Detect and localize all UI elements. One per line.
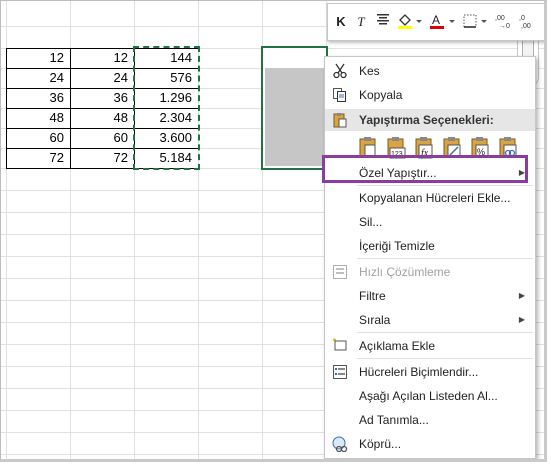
menu-label: Kes: [359, 64, 380, 78]
cell[interactable]: 72: [71, 148, 134, 168]
menu-item-define-name[interactable]: Ad Tanımla...: [325, 408, 535, 432]
comment-icon: [333, 338, 347, 351]
quick-analysis-icon: [333, 265, 347, 279]
bold-button[interactable]: K: [334, 12, 348, 32]
menu-label: Filtre: [359, 289, 386, 303]
menu-item-cut[interactable]: Kes: [325, 59, 535, 83]
selected-cells-fill: [265, 68, 326, 166]
paste-options-label: Yapıştırma Seçenekleri:: [359, 113, 494, 127]
menu-label: Sırala: [359, 313, 391, 327]
submenu-arrow-icon: ▶: [518, 315, 525, 324]
submenu-arrow-icon: ▶: [518, 291, 525, 300]
menu-separator: [357, 358, 533, 359]
menu-item-copy[interactable]: Kopyala: [325, 83, 535, 107]
menu-label: Hücreleri Biçimlendir...: [359, 365, 479, 379]
borders-icon: [463, 14, 487, 28]
align-center-icon[interactable]: [374, 12, 392, 32]
menu-item-filter[interactable]: Filtre ▶: [325, 284, 535, 308]
cell[interactable]: 48: [71, 108, 134, 128]
decrease-decimal-icon[interactable]: ,0 ,00: [518, 12, 540, 32]
menu-item-delete[interactable]: Sil...: [325, 210, 535, 234]
menu-item-insert-copied-cells[interactable]: Kopyalanan Hücreleri Ekle...: [325, 186, 535, 210]
menu-item-hyperlink[interactable]: Köprü...: [325, 432, 535, 456]
font-color-button[interactable]: A: [428, 12, 458, 32]
selected-range[interactable]: [261, 46, 328, 170]
menu-item-format-cells[interactable]: Hücreleri Biçimlendir...: [325, 360, 535, 384]
menu-separator: [357, 258, 533, 259]
menu-label: Aşağı Açılan Listeden Al...: [359, 389, 498, 403]
cell[interactable]: 36: [71, 88, 134, 108]
menu-item-sort[interactable]: Sırala ▶: [325, 308, 535, 332]
svg-text:,00: ,00: [495, 15, 505, 22]
menu-label: Kopyalanan Hücreleri Ekle...: [359, 191, 511, 205]
fill-bucket-icon: [398, 14, 422, 29]
copy-marquee: [133, 46, 200, 170]
menu-item-pick-from-list[interactable]: Aşağı Açılan Listeden Al...: [325, 384, 535, 408]
increase-decimal-icon[interactable]: ,00 →0: [494, 12, 516, 32]
align-center-icon-glyph: [377, 14, 389, 25]
fill-color-button[interactable]: [396, 12, 424, 32]
menu-item-insert-comment[interactable]: Açıklama Ekle: [325, 334, 535, 358]
cell[interactable]: 12: [7, 48, 70, 68]
spreadsheet-window: 12 12 144 24 24 576 36 36 1.296 48 48 2.…: [0, 0, 547, 462]
svg-text:A: A: [432, 13, 440, 27]
svg-text:,0: ,0: [519, 15, 525, 22]
menu-item-quick-analysis: Hızlı Çözümleme: [325, 260, 535, 284]
scissors-icon: [333, 63, 347, 79]
menu-label: Köprü...: [359, 437, 402, 451]
svg-text:,00: ,00: [521, 23, 531, 30]
menu-label: İçeriği Temizle: [359, 239, 435, 253]
paste-special-highlight: [322, 155, 528, 183]
italic-button[interactable]: T: [354, 12, 368, 32]
context-menu: Kes Kopyala Yapıştırma Seçenekleri: 123 …: [324, 56, 536, 459]
svg-text:→0: →0: [499, 23, 510, 30]
menu-label: Kopyala: [359, 88, 403, 102]
cell[interactable]: 60: [71, 128, 134, 148]
menu-label: Ad Tanımla...: [359, 413, 429, 427]
font-color-icon: A: [430, 13, 455, 29]
cell[interactable]: 48: [7, 108, 70, 128]
borders-button[interactable]: [462, 12, 490, 32]
cell[interactable]: 36: [7, 88, 70, 108]
cell[interactable]: 72: [7, 148, 70, 168]
increase-decimal-glyph: ,00 →0: [495, 15, 510, 30]
paste-options-header: Yapıştırma Seçenekleri:: [325, 109, 535, 131]
clipboard-icon: [333, 113, 347, 128]
menu-label: Sil...: [359, 215, 383, 229]
mini-toolbar: K T A ,00 →0 ,0 ,00: [327, 3, 544, 41]
cell[interactable]: 24: [7, 68, 70, 88]
menu-separator: [357, 332, 533, 333]
decrease-decimal-glyph: ,0 ,00: [519, 15, 531, 30]
hyperlink-icon: [332, 436, 348, 452]
cell[interactable]: 24: [71, 68, 134, 88]
format-cells-icon: [333, 365, 347, 379]
menu-item-clear-contents[interactable]: İçeriği Temizle: [325, 234, 535, 258]
cell[interactable]: 60: [7, 128, 70, 148]
menu-label: Hızlı Çözümleme: [359, 265, 451, 279]
menu-label: Açıklama Ekle: [359, 339, 436, 353]
copy-icon: [333, 88, 346, 102]
cell[interactable]: 12: [71, 48, 134, 68]
